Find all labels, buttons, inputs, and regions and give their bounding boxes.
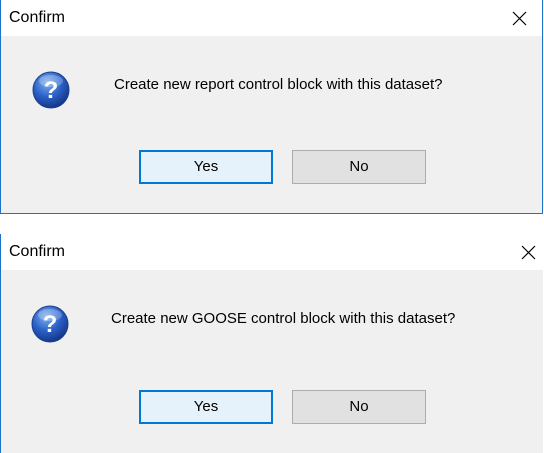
svg-text:?: ? — [43, 311, 58, 338]
no-button[interactable]: No — [292, 150, 426, 184]
yes-button[interactable]: Yes — [139, 390, 273, 424]
title-bar[interactable]: Confirm — [1, 234, 543, 270]
close-button[interactable] — [498, 0, 542, 36]
yes-button[interactable]: Yes — [139, 150, 273, 184]
dialog-title: Confirm — [9, 243, 66, 260]
title-bar[interactable]: Confirm — [1, 0, 542, 36]
confirm-dialog-goose: Confirm ? Create new GOOSE control block… — [0, 234, 543, 453]
close-icon — [512, 11, 527, 26]
dialog-content: ? Create new GOOSE control block with th… — [1, 270, 543, 453]
close-button[interactable] — [507, 234, 544, 270]
question-icon: ? — [31, 305, 69, 343]
question-icon: ? — [32, 71, 70, 109]
dialog-title: Confirm — [9, 9, 66, 26]
dialog-message: Create new report control block with thi… — [114, 76, 443, 93]
no-button[interactable]: No — [292, 390, 426, 424]
svg-text:?: ? — [44, 77, 59, 104]
confirm-dialog-report: Confirm ? Create new report control bloc… — [0, 0, 543, 214]
dialog-content: ? Create new report control block with t… — [1, 36, 542, 213]
dialog-message: Create new GOOSE control block with this… — [111, 310, 456, 327]
close-icon — [521, 245, 536, 260]
